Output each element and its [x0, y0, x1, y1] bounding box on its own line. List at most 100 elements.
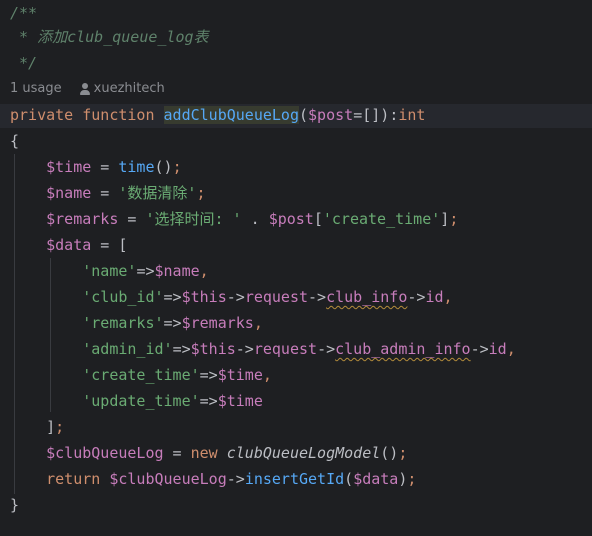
- variable: $data: [46, 236, 92, 254]
- return-type: int: [398, 106, 426, 124]
- arrow: ->: [226, 470, 245, 488]
- code-line-remarks: $remarks = '选择时间: ' . $post['create_time…: [10, 206, 458, 232]
- variable: $time: [46, 158, 92, 176]
- variable: $name: [46, 184, 92, 202]
- variable: $post: [268, 210, 314, 228]
- variable: $time: [217, 392, 263, 410]
- operator: =: [163, 444, 191, 462]
- property: id: [425, 288, 444, 306]
- variable: $remarks: [181, 314, 254, 332]
- variable: $clubQueueLog: [100, 470, 227, 488]
- variable: $remarks: [46, 210, 119, 228]
- brace-open: {: [10, 132, 20, 150]
- property: request: [253, 340, 318, 358]
- code-line-array-close: ];: [10, 414, 64, 440]
- operator: =: [91, 158, 119, 176]
- comma: ,: [506, 340, 516, 358]
- comma: ,: [443, 288, 453, 306]
- arrow: ->: [226, 288, 245, 306]
- operator: =: [91, 236, 119, 254]
- user-icon: [79, 82, 90, 95]
- doc-comment-text: * 添加club_queue_log表: [10, 28, 209, 46]
- bracket: ]: [440, 210, 450, 228]
- comma: ,: [262, 366, 272, 384]
- variable: $time: [217, 366, 263, 384]
- variable: $data: [353, 470, 399, 488]
- paren: (: [299, 106, 309, 124]
- array-key: 'admin_id': [82, 340, 173, 358]
- param-post: $post: [308, 106, 354, 124]
- array-key: 'remarks': [82, 314, 164, 332]
- paren: ): [380, 106, 390, 124]
- class-name[interactable]: clubQueueLogModel: [218, 444, 381, 462]
- arrow: =>: [199, 366, 218, 384]
- string-literal: '选择时间: ': [145, 210, 242, 228]
- brace-close: }: [10, 496, 20, 514]
- keyword-new: new: [190, 444, 218, 462]
- variable: $clubQueueLog: [46, 444, 164, 462]
- variable-this: $this: [190, 340, 236, 358]
- concat-operator: .: [241, 210, 269, 228]
- arrow: =>: [163, 314, 182, 332]
- semicolon: ;: [398, 444, 408, 462]
- keyword-function: function: [82, 106, 155, 124]
- arrow: ->: [407, 288, 426, 306]
- variable: $name: [154, 262, 200, 280]
- array-key: 'name': [82, 262, 137, 280]
- code-line-return: return $clubQueueLog->insertGetId($data)…: [10, 466, 416, 492]
- keyword-return: return: [46, 470, 101, 488]
- array-entry-admin-id: 'admin_id'=>$this->request->club_admin_i…: [10, 336, 516, 362]
- comma: ,: [253, 314, 263, 332]
- code-line-data: $data = [: [10, 232, 127, 258]
- array-key: 'create_time': [82, 366, 200, 384]
- property-warning[interactable]: club_admin_info: [335, 340, 470, 358]
- param-default: =[]: [353, 106, 381, 124]
- code-line-name: $name = '数据清除';: [10, 180, 205, 206]
- array-entry-name: 'name'=>$name,: [10, 258, 209, 284]
- function-name[interactable]: addClubQueueLog: [163, 106, 299, 124]
- property: id: [488, 340, 507, 358]
- keyword-private: private: [10, 106, 74, 124]
- property-warning[interactable]: club_info: [326, 288, 407, 306]
- semicolon: ;: [55, 418, 65, 436]
- array-entry-remarks: 'remarks'=>$remarks,: [10, 310, 263, 336]
- semicolon: ;: [196, 184, 206, 202]
- inlay-hints: 1 usage xuezhitech: [10, 76, 165, 102]
- colon: :: [389, 106, 399, 124]
- array-entry-club-id: 'club_id'=>$this->request->club_info->id…: [10, 284, 453, 310]
- doc-comment-close: */: [10, 54, 38, 72]
- bracket: [: [118, 236, 128, 254]
- semicolon: ;: [407, 470, 417, 488]
- variable-this: $this: [181, 288, 227, 306]
- arrow: =>: [163, 288, 182, 306]
- usage-count-link[interactable]: 1 usage: [10, 81, 62, 96]
- semicolon: ;: [449, 210, 459, 228]
- args: (): [380, 444, 399, 462]
- paren: (: [344, 470, 354, 488]
- doc-comment-open: /**: [10, 4, 38, 22]
- code-line-time: $time = time();: [10, 154, 182, 180]
- semicolon: ;: [172, 158, 182, 176]
- arrow: ->: [317, 340, 336, 358]
- comma: ,: [199, 262, 209, 280]
- array-entry-update-time: 'update_time'=>$time: [10, 388, 263, 414]
- bracket: ]: [46, 418, 56, 436]
- author-name[interactable]: xuezhitech: [94, 81, 165, 96]
- bracket: [: [313, 210, 323, 228]
- arrow: =>: [136, 262, 155, 280]
- operator: =: [91, 184, 119, 202]
- property: request: [244, 288, 309, 306]
- string-literal: '数据清除': [118, 184, 197, 202]
- arrow: =>: [172, 340, 191, 358]
- operator: =: [118, 210, 146, 228]
- function-call: time: [118, 158, 155, 176]
- code-line-model: $clubQueueLog = new clubQueueLogModel();: [10, 440, 407, 466]
- function-signature: private function addClubQueueLog($post=[…: [10, 102, 425, 128]
- arrow: ->: [235, 340, 254, 358]
- string-literal: 'create_time': [322, 210, 441, 228]
- code-editor[interactable]: /** * 添加club_queue_log表 */ 1 usage xuezhi…: [0, 0, 592, 536]
- args: (): [154, 158, 173, 176]
- array-key: 'update_time': [82, 392, 200, 410]
- arrow: =>: [199, 392, 218, 410]
- method-call[interactable]: insertGetId: [245, 470, 344, 488]
